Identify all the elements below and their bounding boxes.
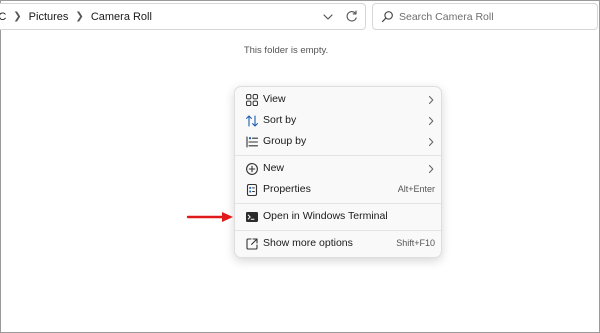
address-bar[interactable]: PC ❯ Pictures ❯ Camera Roll <box>0 3 366 30</box>
breadcrumb-pictures[interactable]: Pictures <box>29 11 69 23</box>
group-list-icon <box>246 136 259 148</box>
menu-item-label: Sort by <box>263 114 297 126</box>
menu-divider <box>235 155 441 156</box>
context-menu: View Sort by Group by New Properties Alt… <box>234 86 442 258</box>
chevron-right-icon <box>428 137 434 147</box>
search-box[interactable] <box>372 3 598 30</box>
menu-item-group-by[interactable]: Group by <box>238 132 438 152</box>
menu-divider <box>235 203 441 204</box>
menu-item-open-in-terminal[interactable]: Open in Windows Terminal <box>238 207 438 227</box>
chevron-right-icon <box>428 95 434 105</box>
chevron-right-icon <box>428 116 434 126</box>
menu-item-properties[interactable]: Properties Alt+Enter <box>238 180 438 200</box>
terminal-icon <box>246 212 258 222</box>
chevron-right-icon <box>428 164 434 174</box>
menu-item-label: Show more options <box>263 237 353 249</box>
external-open-icon <box>246 238 258 250</box>
menu-item-label: New <box>263 162 285 174</box>
shortcut-label: Shift+F10 <box>396 238 435 248</box>
search-input[interactable] <box>399 8 589 25</box>
empty-folder-message: This folder is empty. <box>243 45 329 56</box>
menu-item-sort-by[interactable]: Sort by <box>238 111 438 131</box>
sort-arrows-icon <box>246 115 258 127</box>
menu-item-view[interactable]: View <box>238 90 438 110</box>
breadcrumb-separator-icon: ❯ <box>13 11 22 22</box>
menu-item-new[interactable]: New <box>238 159 438 179</box>
chevron-down-icon[interactable] <box>321 10 335 24</box>
plus-circle-icon <box>246 163 258 175</box>
properties-icon <box>246 183 258 197</box>
breadcrumb: PC ❯ Pictures ❯ Camera Roll <box>0 4 152 29</box>
breadcrumb-separator-icon: ❯ <box>75 11 84 22</box>
annotation-arrow-icon <box>186 212 233 222</box>
refresh-icon[interactable] <box>344 9 359 24</box>
menu-item-label: View <box>263 93 286 105</box>
breadcrumb-camera-roll[interactable]: Camera Roll <box>91 11 152 23</box>
menu-item-label: Open in Windows Terminal <box>263 210 388 222</box>
breadcrumb-pc[interactable]: PC <box>0 11 6 23</box>
menu-item-show-more-options[interactable]: Show more options Shift+F10 <box>238 234 438 254</box>
shortcut-label: Alt+Enter <box>397 184 435 194</box>
menu-divider <box>235 230 441 231</box>
menu-item-label: Properties <box>263 183 311 195</box>
menu-item-label: Group by <box>263 135 307 147</box>
grid-view-icon <box>246 94 259 107</box>
search-icon <box>381 11 393 23</box>
